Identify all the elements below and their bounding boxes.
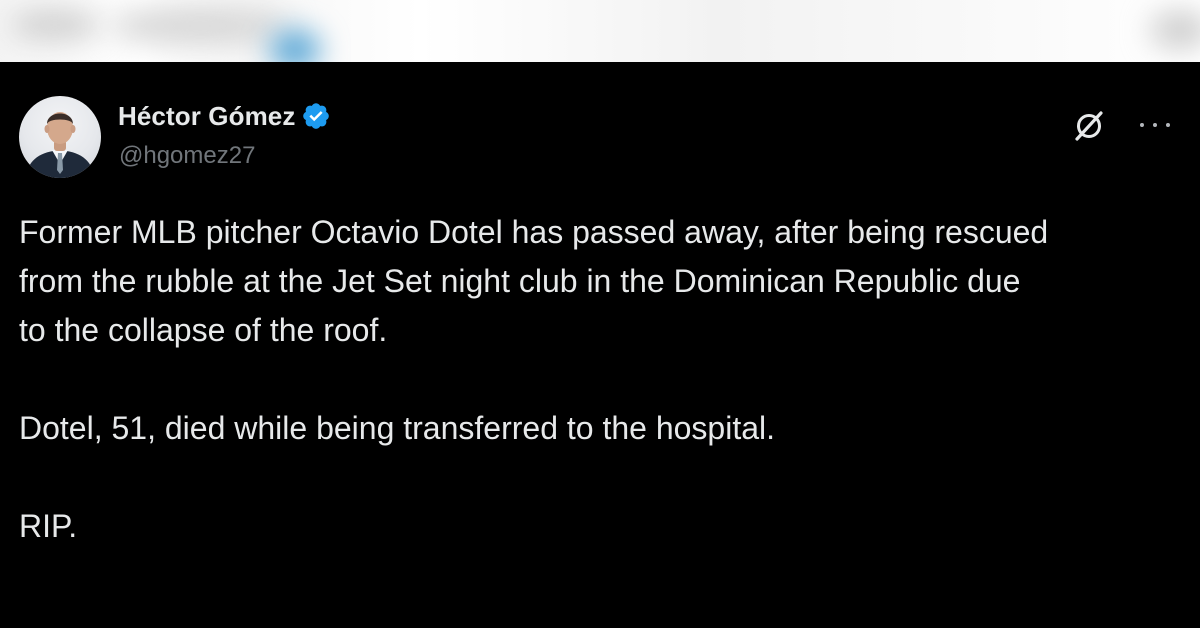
dot	[1153, 123, 1157, 127]
avatar[interactable]	[19, 96, 101, 178]
grok-slash-icon[interactable]	[1071, 108, 1107, 144]
tweet-paragraph: Dotel, 51, died while being transferred …	[19, 410, 776, 446]
blur-shape	[270, 30, 320, 62]
author-name-row[interactable]: Héctor Gómez	[118, 100, 331, 132]
author-handle[interactable]: @hgomez27	[119, 142, 255, 170]
tweet-text: Former MLB pitcher Octavio Dotel has pas…	[19, 208, 1179, 551]
blur-shape	[10, 10, 100, 40]
blur-shape	[110, 6, 290, 46]
more-dots-icon[interactable]	[1140, 110, 1170, 140]
dot	[1166, 123, 1170, 127]
person-avatar-icon	[25, 112, 95, 178]
verified-badge-icon	[301, 101, 331, 131]
blurred-header-strip	[0, 0, 1200, 62]
author-display-name[interactable]: Héctor Gómez	[118, 101, 295, 132]
tweet-paragraph: RIP.	[19, 508, 78, 544]
dot	[1140, 123, 1144, 127]
blur-shape	[1150, 10, 1200, 50]
tweet-card: Héctor Gómez @hgomez27 Former MLB pitche…	[0, 62, 1200, 628]
tweet-paragraph: Former MLB pitcher Octavio Dotel has pas…	[19, 214, 1049, 348]
